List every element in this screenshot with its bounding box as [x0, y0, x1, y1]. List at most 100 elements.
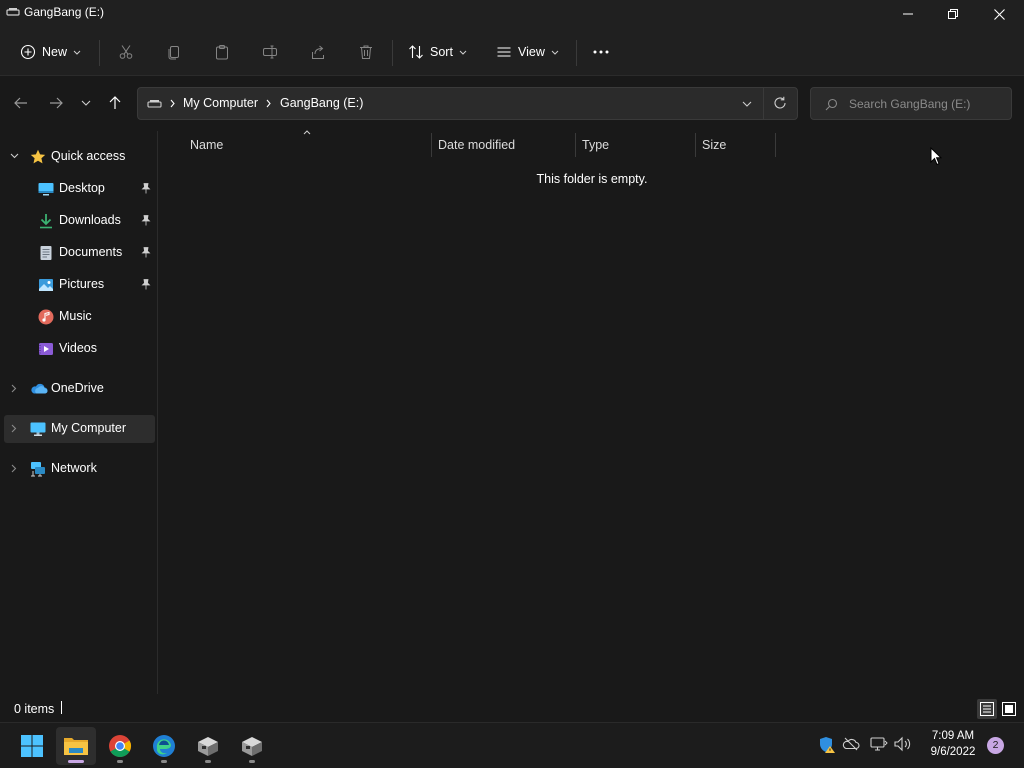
documents-icon [40, 246, 52, 260]
minimize-button[interactable] [885, 0, 931, 28]
drive-icon [147, 100, 162, 108]
column-divider[interactable] [695, 133, 696, 157]
sidebar-item-documents[interactable]: Documents [4, 239, 155, 267]
running-app-indicator [117, 760, 123, 763]
active-app-indicator [68, 760, 84, 763]
copy-icon [168, 46, 179, 60]
more-options-button[interactable] [589, 36, 613, 68]
sidebar-item-label: Pictures [59, 277, 105, 291]
minimize-icon [903, 13, 913, 15]
search-input[interactable] [849, 95, 1004, 113]
taskbar: 7:09 AM 9/6/2022 2 [0, 722, 1024, 768]
up-button[interactable] [103, 91, 127, 115]
column-header-size[interactable]: Size [702, 138, 726, 152]
sort-button[interactable]: Sort [406, 36, 472, 68]
clock-time[interactable]: 7:09 AM [918, 730, 988, 742]
notification-badge[interactable]: 2 [987, 737, 1004, 754]
back-button[interactable] [9, 91, 33, 115]
network-status-icon[interactable] [870, 736, 888, 752]
chevron-right-icon[interactable] [11, 424, 17, 433]
sidebar-item-label: Videos [59, 341, 97, 355]
sidebar-item-music[interactable]: Music [4, 303, 155, 331]
paste-button[interactable] [210, 36, 234, 68]
share-button[interactable] [306, 36, 330, 68]
large-icons-view-button[interactable] [999, 699, 1019, 719]
chevron-right-icon[interactable] [11, 384, 17, 393]
sidebar-item-quick-access[interactable]: Quick access [4, 143, 155, 171]
search-box[interactable] [810, 87, 1012, 120]
sidebar-item-label: OneDrive [51, 381, 104, 395]
taskbar-edge[interactable] [144, 727, 184, 765]
pin-icon[interactable] [141, 215, 151, 226]
taskbar-app-2[interactable] [232, 727, 272, 765]
onedrive-offline-icon[interactable] [842, 736, 860, 752]
windows-start-icon [21, 735, 43, 757]
breadcrumb-my-computer[interactable]: My Computer [183, 96, 258, 110]
column-header-type[interactable]: Type [582, 138, 609, 152]
delete-button[interactable] [354, 36, 378, 68]
forward-button[interactable] [44, 91, 68, 115]
desktop-icon [38, 183, 54, 196]
sidebar-item-my-computer[interactable]: My Computer [4, 415, 155, 443]
sort-ascending-icon [303, 130, 311, 135]
refresh-icon[interactable] [773, 96, 787, 110]
file-list[interactable]: Name Date modified Type Size This folder… [159, 130, 1024, 694]
chevron-right-icon [170, 99, 175, 108]
empty-folder-message: This folder is empty. [536, 172, 648, 186]
sidebar-item-network[interactable]: Network [4, 455, 155, 483]
chevron-down-icon[interactable] [742, 101, 752, 107]
music-icon [38, 309, 54, 325]
onedrive-icon [31, 383, 48, 394]
app-box-icon [242, 737, 262, 756]
sidebar-item-onedrive[interactable]: OneDrive [4, 375, 155, 403]
cut-button[interactable] [114, 36, 138, 68]
pin-icon[interactable] [141, 279, 151, 290]
sidebar-item-label: Music [59, 309, 92, 323]
column-header-date-modified[interactable]: Date modified [438, 138, 515, 152]
navigation-pane: Quick access Desktop Downloads Documents… [0, 131, 158, 694]
navigation-row: My Computer GangBang (E:) [0, 77, 1024, 131]
recent-locations-button[interactable] [74, 91, 98, 115]
sidebar-item-downloads[interactable]: Downloads [4, 207, 155, 235]
breadcrumb-current-drive[interactable]: GangBang (E:) [280, 96, 363, 110]
taskbar-file-explorer[interactable] [56, 727, 96, 765]
chrome-icon [109, 735, 131, 757]
taskbar-app-1[interactable] [188, 727, 228, 765]
clock-date[interactable]: 9/6/2022 [918, 746, 988, 758]
chevron-down-icon [459, 50, 467, 55]
sort-icon [409, 45, 423, 59]
restore-button[interactable] [930, 0, 976, 28]
share-icon [312, 45, 324, 59]
item-count: 0 items [14, 702, 55, 716]
pin-icon[interactable] [141, 183, 151, 194]
address-divider [763, 88, 764, 119]
column-divider[interactable] [775, 133, 776, 157]
view-button[interactable]: View [494, 36, 564, 68]
mouse-pointer-icon [930, 147, 942, 166]
rename-icon [263, 45, 277, 59]
start-button[interactable] [12, 727, 52, 765]
rename-button[interactable] [258, 36, 282, 68]
sidebar-item-videos[interactable]: Videos [4, 335, 155, 363]
taskbar-chrome[interactable] [100, 727, 140, 765]
new-button[interactable]: New [16, 36, 88, 68]
chevron-down-icon[interactable] [10, 153, 19, 159]
sidebar-item-pictures[interactable]: Pictures [4, 271, 155, 299]
column-header-name[interactable]: Name [190, 138, 223, 152]
details-view-button[interactable] [977, 699, 997, 719]
toolbar-divider [99, 40, 100, 66]
view-label: View [518, 45, 545, 59]
copy-button[interactable] [162, 36, 186, 68]
drive-icon [6, 6, 20, 16]
sidebar-item-label: Network [51, 461, 97, 475]
close-button[interactable] [976, 0, 1022, 28]
chevron-right-icon[interactable] [11, 464, 17, 473]
sidebar-item-desktop[interactable]: Desktop [4, 175, 155, 203]
status-bar: 0 items [0, 694, 1024, 722]
column-divider[interactable] [575, 133, 576, 157]
security-warning-icon[interactable] [818, 736, 836, 754]
address-bar[interactable]: My Computer GangBang (E:) [137, 87, 798, 120]
volume-icon[interactable] [894, 736, 912, 752]
pin-icon[interactable] [141, 247, 151, 258]
column-divider[interactable] [431, 133, 432, 157]
